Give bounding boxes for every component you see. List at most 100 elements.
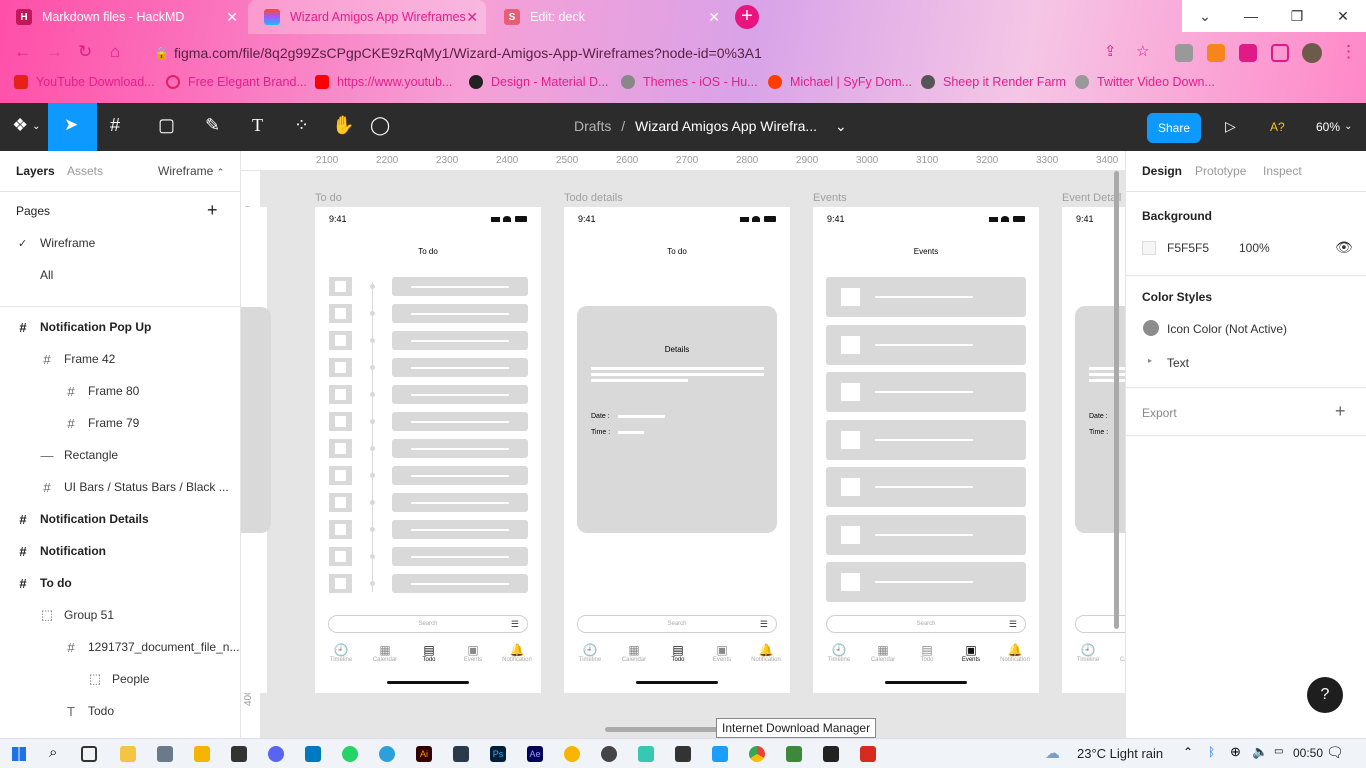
extensions-icon[interactable] bbox=[1239, 44, 1257, 62]
wireframe-phone-partial[interactable] bbox=[241, 207, 271, 693]
frame-label[interactable]: Event Detail bbox=[1062, 192, 1121, 204]
home-icon[interactable]: ⌂ bbox=[110, 42, 120, 62]
file-explorer-icon[interactable] bbox=[194, 746, 210, 762]
trello-icon[interactable] bbox=[305, 746, 321, 762]
tab-layers[interactable]: Layers bbox=[16, 164, 55, 178]
volume-icon[interactable]: 🔈 bbox=[1252, 744, 1268, 760]
close-window-button[interactable]: ✕ bbox=[1320, 0, 1366, 32]
help-button[interactable]: ? bbox=[1307, 677, 1343, 713]
discord-icon[interactable] bbox=[268, 746, 284, 762]
app-icon[interactable] bbox=[231, 746, 247, 762]
telegram-icon[interactable] bbox=[379, 746, 395, 762]
bookmark-item[interactable]: Twitter Video Down... bbox=[1075, 75, 1215, 89]
tab-design[interactable]: Design bbox=[1142, 164, 1182, 178]
page-item-all[interactable]: All bbox=[0, 259, 240, 291]
task-view-icon[interactable] bbox=[81, 746, 97, 762]
tab-deck[interactable]: S Edit: deck ✕ bbox=[488, 0, 728, 34]
network-icon[interactable]: ⊕ bbox=[1230, 744, 1241, 760]
obs-icon[interactable] bbox=[601, 746, 617, 762]
notification-center-icon[interactable]: 🗨 bbox=[1326, 744, 1344, 761]
layer-item[interactable]: # To do bbox=[0, 567, 240, 599]
chevron-down-icon[interactable]: ⌄ bbox=[835, 118, 847, 134]
components-icon[interactable]: ⁘ bbox=[294, 115, 309, 136]
bluetooth-icon[interactable]: ᛒ bbox=[1208, 745, 1215, 759]
pen-tool-icon[interactable]: ✎ bbox=[205, 115, 220, 136]
tab-inspect[interactable]: Inspect bbox=[1263, 164, 1302, 178]
restore-button[interactable]: ❐ bbox=[1274, 0, 1320, 32]
access-indicator[interactable]: A? bbox=[1270, 120, 1285, 134]
figma-menu-icon[interactable]: ❖ bbox=[12, 115, 28, 136]
minimize-button[interactable]: — bbox=[1228, 0, 1274, 32]
chevron-up-icon[interactable]: ⌃ bbox=[1183, 745, 1193, 759]
close-icon[interactable]: ✕ bbox=[226, 9, 238, 26]
page-select[interactable]: Wireframe ⌃ bbox=[158, 164, 224, 178]
layer-item[interactable]: — Rectangle bbox=[0, 439, 240, 471]
app-icon[interactable] bbox=[453, 746, 469, 762]
tab-hackmd[interactable]: H Markdown files - HackMD ✕ bbox=[0, 0, 246, 34]
app-icon[interactable] bbox=[786, 746, 802, 762]
whatsapp-icon[interactable] bbox=[342, 746, 358, 762]
menu-icon[interactable]: ⋮ bbox=[1340, 42, 1357, 62]
app-icon[interactable] bbox=[638, 746, 654, 762]
breadcrumb-root[interactable]: Drafts bbox=[574, 118, 611, 134]
windows-start-icon[interactable] bbox=[12, 747, 26, 761]
frame-label[interactable]: Todo details bbox=[564, 192, 623, 204]
vertical-scrollbar[interactable] bbox=[1114, 171, 1119, 629]
clock[interactable]: 00:50 bbox=[1293, 746, 1323, 760]
share-page-icon[interactable]: ⇪ bbox=[1104, 42, 1117, 60]
add-export-icon[interactable]: + bbox=[1335, 401, 1346, 422]
layer-item[interactable]: ⬚ Group 51 bbox=[0, 599, 240, 631]
share-button[interactable]: Share bbox=[1147, 113, 1201, 143]
app-icon[interactable] bbox=[712, 746, 728, 762]
layer-item[interactable]: # Notification bbox=[0, 535, 240, 567]
chevron-down-icon[interactable]: ⌄ bbox=[32, 121, 40, 132]
hand-tool-icon[interactable]: ✋ bbox=[332, 115, 354, 136]
app-icon[interactable] bbox=[823, 746, 839, 762]
page-item-wireframe[interactable]: ✓ Wireframe bbox=[0, 227, 240, 259]
layer-item[interactable]: # Notification Details bbox=[0, 503, 240, 535]
chrome-icon[interactable] bbox=[749, 746, 765, 762]
weather-text[interactable]: 23°C Light rain bbox=[1077, 746, 1163, 761]
close-icon[interactable]: ✕ bbox=[466, 9, 478, 26]
bookmark-item[interactable]: Free Elegant Brand... bbox=[166, 75, 307, 89]
bookmark-item[interactable]: Sheep it Render Farm bbox=[921, 75, 1066, 89]
canvas[interactable]: 2100 2200 2300 2400 2500 2600 2700 2800 2900 3000… bbox=[241, 151, 1125, 738]
sticky-notes-icon[interactable] bbox=[120, 746, 136, 762]
bookmark-item[interactable]: https://www.youtub... bbox=[315, 75, 452, 89]
photoshop-icon[interactable]: Ps bbox=[490, 746, 506, 762]
add-page-icon[interactable]: + bbox=[207, 200, 218, 221]
battery-icon[interactable]: ▭ bbox=[1274, 746, 1283, 757]
chevron-down-icon[interactable]: ⌄ bbox=[1344, 121, 1352, 132]
move-tool-button[interactable]: ➤ bbox=[48, 103, 97, 151]
present-icon[interactable]: ▷ bbox=[1225, 118, 1236, 135]
frame-tool-icon[interactable]: # bbox=[110, 115, 120, 136]
sidebar-icon[interactable] bbox=[1271, 44, 1289, 62]
reload-icon[interactable]: ↻ bbox=[78, 42, 92, 62]
background-swatch[interactable] bbox=[1142, 241, 1156, 255]
layer-item[interactable]: # Notification Pop Up bbox=[0, 311, 240, 343]
wireframe-phone[interactable]: 9:41 Events Search ☰ 🕘 Timeline ▦ Calendar ▤ Todo… bbox=[813, 207, 1039, 693]
tab-assets[interactable]: Assets bbox=[67, 164, 103, 178]
back-icon[interactable]: ← bbox=[14, 42, 31, 62]
forward-icon[interactable]: → bbox=[46, 42, 63, 62]
file-name[interactable]: Wizard Amigos App Wirefra... bbox=[635, 118, 817, 134]
app-icon[interactable] bbox=[675, 746, 691, 762]
close-icon[interactable]: ✕ bbox=[708, 9, 720, 26]
zoom-level[interactable]: 60% bbox=[1316, 120, 1340, 134]
background-opacity-field[interactable]: 100% bbox=[1239, 241, 1270, 255]
metamask-icon[interactable] bbox=[1207, 44, 1225, 62]
comment-tool-icon[interactable]: ◯ bbox=[370, 115, 390, 136]
frame-label[interactable]: Events bbox=[813, 192, 847, 204]
after-effects-icon[interactable]: Ae bbox=[527, 746, 543, 762]
search-icon[interactable]: ⌕ bbox=[49, 744, 57, 761]
illustrator-icon[interactable]: Ai bbox=[416, 746, 432, 762]
app-icon[interactable] bbox=[564, 746, 580, 762]
frame-label[interactable]: To do bbox=[315, 192, 342, 204]
background-hex-field[interactable]: F5F5F5 bbox=[1167, 241, 1209, 255]
layer-item[interactable]: # Frame 79 bbox=[0, 407, 240, 439]
bookmark-item[interactable]: Michael | SyFy Dom... bbox=[768, 75, 912, 89]
bookmark-item[interactable]: Design - Material D... bbox=[469, 75, 608, 89]
new-tab-button[interactable]: + bbox=[735, 5, 759, 29]
caret-right-icon[interactable]: ▸ bbox=[1148, 356, 1152, 365]
tab-figma[interactable]: Wizard Amigos App Wireframes ✕ bbox=[248, 0, 486, 34]
